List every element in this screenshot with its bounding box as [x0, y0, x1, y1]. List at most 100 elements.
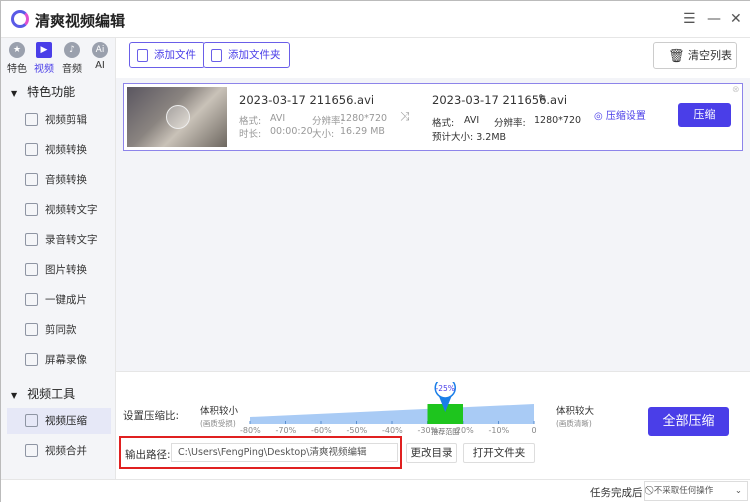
tick-label: -30% [417, 426, 439, 435]
tick-label: -70% [275, 426, 297, 435]
sidebar-item-audio-convert[interactable]: 音频转换 [7, 167, 111, 193]
tick-label: 0 [531, 426, 537, 435]
after-task-label: 任务完成后 [590, 487, 643, 499]
minimize-icon[interactable]: — [707, 11, 721, 27]
estimated-size: 预计大小: 3.2MB [432, 132, 507, 143]
compress-settings-button[interactable]: ◎ 压缩设置 [594, 107, 646, 122]
sidebar-item-screen-record[interactable]: 屏幕录像 [7, 347, 111, 373]
format-label: 格式: [239, 116, 262, 127]
button-label: 添加文件夹 [228, 49, 281, 61]
video-edit-icon [25, 113, 38, 126]
image-icon [25, 263, 38, 276]
compress-button[interactable]: 压缩 [678, 103, 731, 127]
resolution-label: 分辨率: [494, 118, 526, 129]
menu-icon[interactable]: ☰ [683, 11, 696, 27]
compress-all-button[interactable]: 全部压缩 [648, 407, 729, 436]
status-bar: 任务完成后 ⃠ 不采取任何操作 ⌄ [1, 479, 750, 503]
tab-label: 视频 [34, 64, 54, 75]
quality-clear-note: (画质清晰) [556, 419, 592, 428]
output-format: AVI [464, 115, 480, 126]
item-label: 视频转换 [45, 144, 87, 156]
item-label: 录音转文字 [45, 234, 98, 246]
item-label: 视频剪辑 [45, 114, 87, 126]
larger-size-label: 体积较大 [556, 406, 595, 417]
compression-panel: 设置压缩比: 体积较小 (画质受损) 体积较大 (画质清晰) 推荐范围 -25%… [116, 371, 750, 479]
video-icon: ▶ [36, 42, 52, 58]
format-label: 格式: [432, 118, 455, 129]
category-tab-ai[interactable]: Ai AI [87, 42, 113, 71]
item-label: 视频压缩 [45, 415, 87, 427]
section-featured[interactable]: 特色功能 [11, 83, 75, 100]
play-icon[interactable] [166, 105, 190, 129]
source-duration: 00:00:20 [270, 126, 313, 137]
star-icon: ★ [9, 42, 25, 58]
trash-icon: 🗑 [668, 49, 685, 64]
resolution-label: 分辨率: [312, 116, 344, 127]
category-tab-video[interactable]: ▶ 视频 [31, 42, 57, 75]
chevron-down-icon: ⌄ [734, 486, 742, 496]
tick-label: -20% [453, 426, 474, 435]
source-filename: 2023-03-17 211656.avi [239, 93, 375, 107]
item-label: 一键成片 [45, 294, 87, 306]
compression-label: 设置压缩比: [123, 410, 180, 422]
merge-icon [25, 444, 38, 457]
change-directory-button[interactable]: 更改目录 [406, 443, 457, 463]
section-video-tools[interactable]: 视频工具 [11, 385, 75, 402]
button-label: 压缩设置 [605, 111, 646, 122]
remove-file-icon[interactable]: ⊗ [732, 85, 740, 95]
add-folder-icon [211, 49, 222, 62]
video-convert-icon [25, 143, 38, 156]
app-title: 清爽视频编辑 [35, 12, 126, 30]
tick-label: -80% [240, 426, 261, 435]
output-path-input[interactable]: C:\Users\FengPing\Desktop\清爽视频编辑 [171, 443, 398, 462]
item-label: 剪同款 [45, 324, 77, 336]
toolbar: 添加文件 添加文件夹 🗑 清空列表 [116, 38, 750, 78]
video-thumbnail[interactable] [127, 87, 227, 147]
source-format: AVI [270, 113, 286, 124]
category-tab-audio[interactable]: ♪ 音频 [59, 42, 85, 75]
item-label: 音频转换 [45, 174, 87, 186]
sidebar-item-video-merge[interactable]: 视频合并 [7, 438, 111, 464]
sidebar-item-one-click[interactable]: 一键成片 [7, 287, 111, 313]
sidebar-item-video-edit[interactable]: 视频剪辑 [7, 107, 111, 133]
compress-icon [25, 414, 38, 427]
quality-loss-note: (画质受损) [200, 419, 236, 428]
add-file-icon [137, 49, 148, 62]
output-resolution: 1280*720 [534, 115, 582, 126]
music-icon: ♪ [64, 42, 80, 58]
duration-label: 时长: [239, 129, 262, 140]
output-path-label: 输出路径: [125, 449, 171, 461]
template-icon [25, 323, 38, 336]
smaller-size-label: 体积较小 [200, 406, 239, 417]
tick-label: -50% [346, 426, 368, 435]
microphone-icon [25, 173, 38, 186]
sidebar-item-video-compress[interactable]: 视频压缩 [7, 408, 111, 434]
tick-label: -40% [382, 426, 403, 435]
sidebar-item-audio-to-text[interactable]: 录音转文字 [7, 227, 111, 253]
sidebar-item-video-convert[interactable]: 视频转换 [7, 137, 111, 163]
size-label: 大小: [312, 129, 335, 140]
tab-label: 特色 [7, 64, 27, 75]
button-label: 清空列表 [688, 49, 732, 62]
ai-icon: Ai [92, 42, 108, 58]
audio-text-icon [25, 233, 38, 246]
clear-list-button[interactable]: 🗑 清空列表 [653, 42, 737, 69]
slider-value: -25% [436, 384, 455, 393]
sidebar-item-template[interactable]: 剪同款 [7, 317, 111, 343]
after-task-select[interactable]: ⃠ 不采取任何操作 ⌄ [644, 481, 748, 501]
sidebar-item-video-to-text[interactable]: 视频转文字 [7, 197, 111, 223]
item-label: 视频合并 [45, 445, 87, 457]
source-size: 16.29 MB [340, 126, 385, 137]
add-file-button[interactable]: 添加文件 [129, 42, 205, 68]
tab-label: 音频 [62, 64, 82, 75]
add-folder-button[interactable]: 添加文件夹 [203, 42, 290, 68]
sidebar-item-image-convert[interactable]: 图片转换 [7, 257, 111, 283]
category-tab-featured[interactable]: ★ 特色 [4, 42, 30, 75]
file-card[interactable]: 2023-03-17 211656.avi 格式: AVI 分辨率: 1280*… [123, 83, 743, 151]
open-folder-button[interactable]: 打开文件夹 [463, 443, 535, 463]
shuffle-icon: ⤨ [400, 109, 410, 123]
film-icon [25, 293, 38, 306]
edit-pencil-icon[interactable]: ✎ [538, 92, 547, 105]
item-label: 视频转文字 [45, 204, 98, 216]
close-icon[interactable]: ✕ [730, 11, 742, 27]
